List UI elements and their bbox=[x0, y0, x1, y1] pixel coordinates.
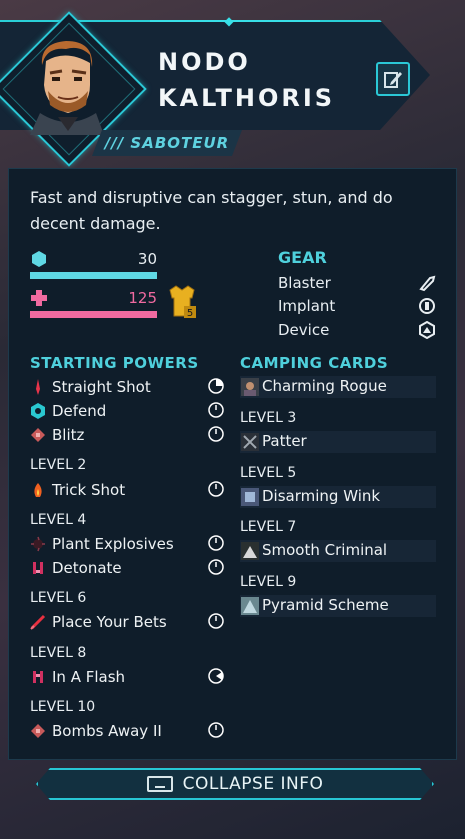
name-line-1: NODO bbox=[158, 48, 251, 76]
power-straight-shot[interactable]: Straight Shot bbox=[30, 376, 230, 398]
power-label: Detonate bbox=[52, 559, 122, 577]
gear-implant: Implant bbox=[278, 297, 336, 315]
trick-shot-icon bbox=[34, 483, 42, 497]
health-value: 125 bbox=[128, 289, 157, 307]
level-10-label: LEVEL 10 bbox=[30, 699, 96, 715]
level-2-label: LEVEL 2 bbox=[30, 457, 87, 473]
level-9-label: LEVEL 9 bbox=[240, 574, 297, 590]
header-diamond-icon: ◆ bbox=[224, 14, 234, 28]
detonate-icon bbox=[33, 562, 43, 574]
power-label: Bombs Away II bbox=[52, 722, 162, 740]
card-label: Disarming Wink bbox=[262, 487, 381, 505]
level-4-label: LEVEL 4 bbox=[30, 512, 87, 528]
power-plant-explosives[interactable]: Plant Explosives bbox=[30, 533, 230, 555]
keyboard-key-icon bbox=[147, 776, 173, 792]
power-label: Defend bbox=[52, 402, 107, 420]
card-label: Pyramid Scheme bbox=[262, 596, 389, 614]
power-in-a-flash[interactable]: In A Flash bbox=[30, 666, 230, 688]
cooldown-icon bbox=[208, 722, 224, 738]
armor-badge: 5 bbox=[187, 308, 193, 319]
cooldown-icon bbox=[208, 559, 224, 575]
shield-stat: 30 bbox=[30, 250, 157, 280]
card-icon bbox=[241, 542, 259, 560]
straight-shot-icon bbox=[36, 379, 40, 395]
name-line-2: KALTHORIS bbox=[158, 84, 336, 112]
edit-button[interactable] bbox=[376, 62, 410, 96]
camping-cards-title: CAMPING CARDS bbox=[240, 354, 389, 372]
in-a-flash-icon bbox=[33, 671, 43, 683]
card-smooth-criminal[interactable]: Smooth Criminal bbox=[240, 540, 436, 562]
avatar bbox=[30, 41, 104, 135]
power-trick-shot[interactable]: Trick Shot bbox=[30, 479, 230, 501]
blitz-icon bbox=[31, 428, 45, 442]
cooldown-icon bbox=[208, 535, 224, 551]
power-place-your-bets[interactable]: Place Your Bets bbox=[30, 611, 230, 633]
cooldown-icon bbox=[208, 402, 224, 418]
level-6-label: LEVEL 6 bbox=[30, 590, 87, 606]
card-icon bbox=[241, 433, 259, 451]
card-charming-rogue[interactable]: Charming Rogue bbox=[240, 376, 436, 398]
power-detonate[interactable]: Detonate bbox=[30, 557, 230, 579]
power-blitz[interactable]: Blitz bbox=[30, 424, 230, 446]
gear-blaster: Blaster bbox=[278, 274, 331, 292]
armor-icon: 5 bbox=[169, 285, 196, 319]
power-label: In A Flash bbox=[52, 668, 126, 686]
device-icon bbox=[419, 321, 435, 339]
place-your-bets-icon bbox=[30, 614, 46, 630]
defend-icon bbox=[31, 403, 45, 419]
health-bar bbox=[30, 311, 157, 318]
edit-icon bbox=[384, 72, 402, 88]
collapse-info-label: COLLAPSE INFO bbox=[182, 774, 324, 794]
card-disarming-wink[interactable]: Disarming Wink bbox=[240, 486, 436, 508]
card-icon bbox=[241, 378, 259, 396]
shield-bar bbox=[30, 272, 157, 279]
class-label: /// SABOTEUR bbox=[92, 130, 242, 156]
cooldown-icon bbox=[208, 378, 224, 394]
character-name: NODO KALTHORIS bbox=[158, 44, 335, 116]
level-8-label: LEVEL 8 bbox=[30, 645, 87, 661]
cooldown-icon bbox=[208, 613, 224, 629]
power-label: Straight Shot bbox=[52, 378, 151, 396]
cooldown-icon bbox=[208, 426, 224, 442]
implant-icon bbox=[419, 298, 435, 314]
level-5-label: LEVEL 5 bbox=[240, 465, 297, 481]
power-label: Place Your Bets bbox=[52, 613, 167, 631]
card-pyramid-scheme[interactable]: Pyramid Scheme bbox=[240, 595, 436, 617]
level-7-label: LEVEL 7 bbox=[240, 519, 297, 535]
level-3-label: LEVEL 3 bbox=[240, 410, 297, 426]
card-label: Smooth Criminal bbox=[262, 541, 388, 559]
blaster-icon bbox=[419, 275, 436, 292]
character-description: Fast and disruptive can stagger, stun, a… bbox=[30, 188, 393, 233]
bombs-away-icon bbox=[31, 724, 45, 738]
card-icon bbox=[241, 488, 259, 506]
plant-explosives-icon bbox=[31, 536, 45, 552]
power-label: Plant Explosives bbox=[52, 535, 174, 553]
power-defend[interactable]: Defend bbox=[30, 400, 230, 422]
shield-icon bbox=[32, 251, 46, 267]
health-stat: 125 bbox=[30, 289, 157, 319]
starting-powers-title: STARTING POWERS bbox=[30, 354, 199, 372]
card-patter[interactable]: Patter bbox=[240, 431, 436, 453]
card-label: Patter bbox=[262, 432, 307, 450]
card-label: Charming Rogue bbox=[262, 377, 387, 395]
cooldown-icon bbox=[208, 668, 224, 684]
health-icon bbox=[31, 290, 47, 306]
shield-value: 30 bbox=[137, 250, 157, 268]
card-icon bbox=[241, 597, 259, 615]
gear-title: GEAR bbox=[278, 248, 327, 267]
power-bombs-away[interactable]: Bombs Away II bbox=[30, 720, 230, 742]
cooldown-icon bbox=[208, 481, 224, 497]
power-label: Trick Shot bbox=[52, 481, 126, 499]
gear-device: Device bbox=[278, 321, 330, 339]
power-label: Blitz bbox=[52, 426, 85, 444]
collapse-info-button[interactable]: COLLAPSE INFO bbox=[36, 768, 434, 800]
